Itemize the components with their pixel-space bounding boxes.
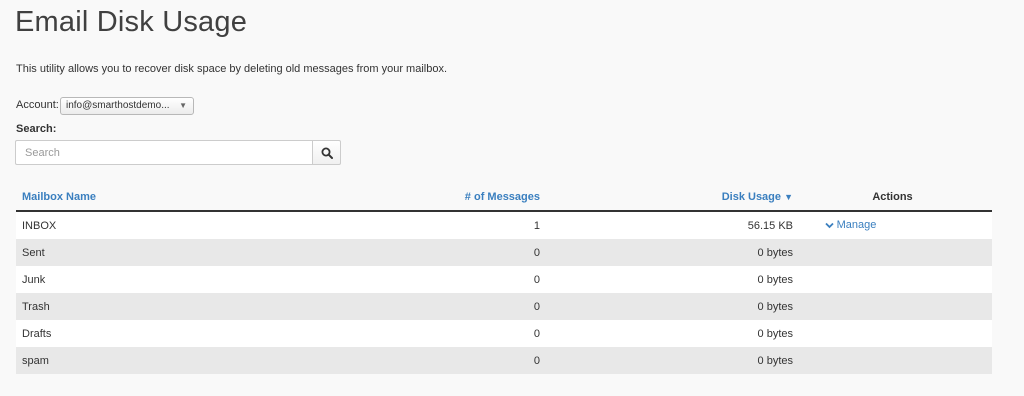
mailbox-name-cell: INBOX <box>22 219 57 232</box>
mailbox-name-cell: Drafts <box>22 327 52 340</box>
messages-cell: 0 <box>533 327 540 340</box>
table-row: INBOX 1 56.15 KB Manage <box>16 212 992 239</box>
disk-usage-cell: 0 bytes <box>757 300 793 313</box>
table-row: spam 0 0 bytes <box>16 347 992 374</box>
messages-cell: 0 <box>533 300 540 313</box>
mailbox-name-cell: Trash <box>22 300 50 313</box>
messages-cell: 0 <box>533 354 540 367</box>
disk-usage-cell: 0 bytes <box>757 354 793 367</box>
header-disk-usage[interactable]: Disk Usage ▼ <box>540 191 793 203</box>
search-input[interactable] <box>15 140 312 165</box>
messages-cell: 0 <box>533 246 540 259</box>
table-row: Drafts 0 0 bytes <box>16 320 992 347</box>
account-selected-value: info@smarthostdemo... <box>66 100 170 111</box>
search-icon <box>321 147 333 159</box>
mailbox-name-cell: Junk <box>22 273 46 286</box>
manage-link-label: Manage <box>836 219 877 232</box>
header-messages[interactable]: # of Messages <box>336 191 540 203</box>
header-actions: Actions <box>872 190 913 203</box>
actions-cell: Manage <box>793 219 992 232</box>
account-select[interactable]: info@smarthostdemo... ▼ <box>60 97 194 115</box>
chevron-down-icon <box>824 222 834 229</box>
messages-cell: 1 <box>533 219 540 232</box>
table-row: Trash 0 0 bytes <box>16 293 992 320</box>
mailbox-name-cell: Sent <box>22 246 45 259</box>
table-header-row: Mailbox Name # of Messages Disk Usage ▼ … <box>16 183 992 212</box>
table-row: Junk 0 0 bytes <box>16 266 992 293</box>
mailbox-table: Mailbox Name # of Messages Disk Usage ▼ … <box>16 183 992 374</box>
disk-usage-cell: 0 bytes <box>757 327 793 340</box>
disk-usage-cell: 0 bytes <box>757 273 793 286</box>
account-label: Account: <box>16 99 59 111</box>
caret-down-icon: ▼ <box>179 101 187 110</box>
email-disk-usage-page: Email Disk Usage This utility allows you… <box>0 0 1024 396</box>
page-description: This utility allows you to recover disk … <box>16 63 448 75</box>
search-button[interactable] <box>312 140 341 165</box>
search-label: Search: <box>16 123 57 135</box>
table-row: Sent 0 0 bytes <box>16 239 992 266</box>
header-mailbox-name[interactable]: Mailbox Name <box>16 191 336 203</box>
disk-usage-cell: 0 bytes <box>757 246 793 259</box>
manage-link[interactable]: Manage <box>824 219 877 232</box>
messages-cell: 0 <box>533 273 540 286</box>
header-disk-usage-label: Disk Usage <box>721 190 782 203</box>
sort-descending-icon: ▼ <box>784 191 793 202</box>
disk-usage-cell: 56.15 KB <box>747 219 793 232</box>
page-title: Email Disk Usage <box>15 6 248 38</box>
search-box <box>15 140 341 165</box>
mailbox-name-cell: spam <box>22 354 49 367</box>
